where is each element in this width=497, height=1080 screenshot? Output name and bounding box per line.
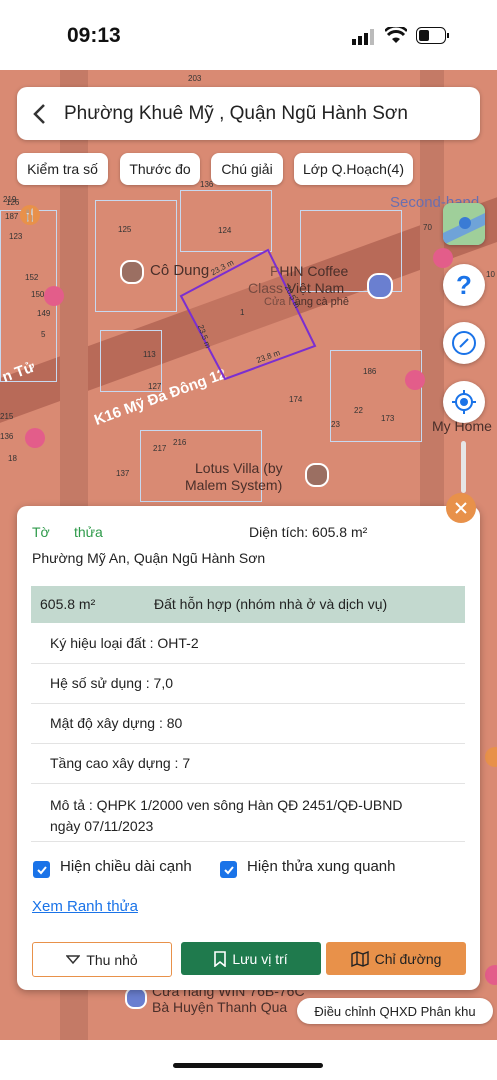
layer-button[interactable]: Lớp Q.Hoạch(4) — [294, 153, 413, 185]
adjust-plan-button[interactable]: Điều chỉnh QHXD Phân khu — [297, 998, 493, 1024]
map-icon — [350, 950, 369, 967]
neighbors-checkbox[interactable] — [220, 861, 237, 878]
land-summary-row: 605.8 m² Đất hỗn hợp (nhóm nhà ở và dịch… — [31, 586, 465, 623]
parcel-location: Phường Mỹ An, Quận Ngũ Hành Sơn — [32, 550, 266, 566]
info-row-floors: Tầng cao xây dựng : 7 — [31, 743, 465, 784]
map-type-button[interactable] — [443, 203, 485, 245]
measure-button[interactable]: Thước đo — [120, 153, 200, 185]
signal-icon — [352, 29, 374, 45]
directions-label: Chỉ đường — [374, 950, 442, 967]
check-icon — [223, 865, 234, 874]
poi-label: Bà Huyện Thanh Qua — [152, 999, 288, 1015]
help-button[interactable]: ? — [443, 264, 485, 306]
density-text: Mật độ xây dựng : 80 — [50, 715, 183, 731]
note-text: Mô tả : QHPK 1/2000 ven sông Hàn QĐ 2451… — [50, 797, 403, 813]
edge-length-checkbox[interactable] — [33, 861, 50, 878]
compass-icon — [452, 331, 476, 355]
close-panel-button[interactable] — [446, 493, 476, 523]
bookmark-icon — [214, 950, 227, 967]
chevron-down-icon — [66, 954, 81, 964]
help-icon: ? — [456, 269, 472, 300]
info-row-usage: Hệ số sử dụng : 7,0 — [31, 663, 465, 704]
adjust-plan-label: Điều chỉnh QHXD Phân khu — [314, 1003, 476, 1019]
legend-button[interactable]: Chú giải — [211, 153, 283, 185]
my-location-icon — [452, 390, 476, 414]
bottom-bar — [0, 1040, 497, 1080]
map-layers-icon — [443, 203, 485, 245]
my-location-button[interactable] — [443, 381, 485, 423]
close-icon — [455, 502, 467, 514]
neighbors-label[interactable]: Hiện thửa xung quanh — [247, 858, 395, 875]
status-bar: 09:13 — [0, 0, 497, 70]
status-time: 09:13 — [67, 24, 121, 47]
location-title: Phường Khuê Mỹ , Quận Ngũ Hành Sơn — [64, 103, 408, 124]
parcel-info-panel: Tờ thửa Diện tích: 605.8 m² Phường Mỹ An… — [17, 506, 480, 990]
info-row-note: Mô tả : QHPK 1/2000 ven sông Hàn QĐ 2451… — [31, 783, 465, 842]
parcel-number: 1 — [240, 308, 245, 317]
sheet-label: Tờ — [32, 524, 50, 540]
minimize-label: Thu nhỏ — [86, 951, 138, 968]
drag-handle[interactable] — [461, 441, 466, 493]
usage-text: Hệ số sử dụng : 7,0 — [50, 675, 173, 691]
info-row-density: Mật độ xây dựng : 80 — [31, 703, 465, 744]
search-bar[interactable]: Phường Khuê Mỹ , Quận Ngũ Hành Sơn — [17, 87, 480, 140]
area-value: 605.8 m² — [40, 596, 96, 612]
area-text: Diện tích: 605.8 m² — [249, 524, 368, 540]
view-boundary-link[interactable]: Xem Ranh thửa — [32, 898, 138, 915]
parcel-label: thửa — [74, 524, 103, 540]
edge-length-label[interactable]: Hiện chiều dài cạnh — [60, 858, 192, 875]
wifi-icon — [385, 27, 407, 43]
save-label: Lưu vị trí — [232, 950, 288, 967]
battery-icon — [416, 27, 449, 44]
check-icon — [36, 865, 47, 874]
home-indicator — [173, 1063, 323, 1068]
floors-text: Tầng cao xây dựng : 7 — [50, 755, 191, 771]
directions-button[interactable]: Chỉ đường — [326, 942, 466, 975]
shop-icon — [125, 987, 147, 1009]
note-date: ngày 07/11/2023 — [50, 818, 154, 834]
symbol-text: Ký hiệu loại đất : OHT-2 — [50, 635, 199, 651]
back-icon[interactable] — [32, 103, 48, 125]
minimize-button[interactable]: Thu nhỏ — [32, 942, 172, 977]
land-type: Đất hỗn hợp (nhóm nhà ở và dịch vụ) — [154, 596, 388, 612]
compass-button[interactable] — [443, 322, 485, 364]
check-number-button[interactable]: Kiểm tra số — [17, 153, 108, 185]
save-location-button[interactable]: Lưu vị trí — [181, 942, 321, 975]
info-row-symbol: Ký hiệu loại đất : OHT-2 — [31, 623, 465, 664]
